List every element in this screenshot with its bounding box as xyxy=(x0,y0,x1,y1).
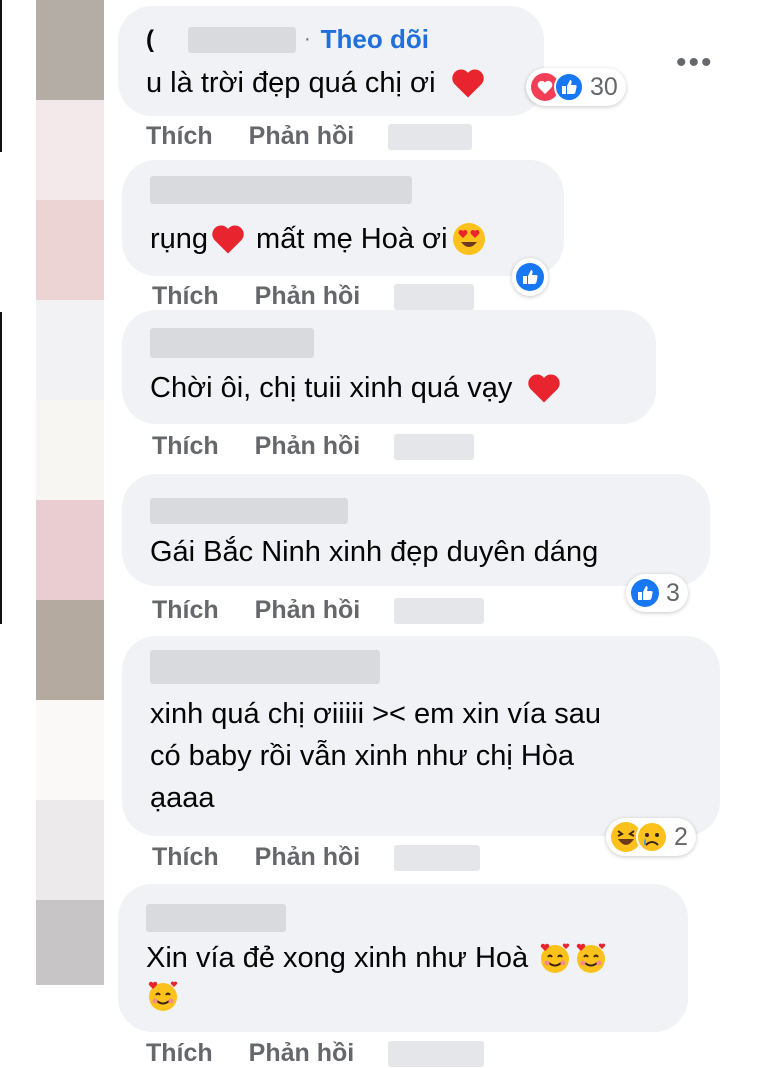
blurred-timestamp xyxy=(394,283,475,310)
blurred-name xyxy=(188,26,296,53)
comment-actions: Thích Phản hồi xyxy=(152,843,481,872)
reaction-summary[interactable] xyxy=(512,258,548,296)
reaction-count: 30 xyxy=(590,72,618,101)
reaction-summary[interactable]: 30 xyxy=(526,68,626,106)
comment-text-content: rụng xyxy=(150,223,209,255)
blurred-name xyxy=(150,176,412,204)
comment-actions: Thích Phản hồi xyxy=(152,432,475,461)
comment-text-content: Xin vía đẻ xong xinh như Hoà xyxy=(146,942,529,974)
comment-text: Gái Bắc Ninh xinh đẹp duyên dáng xyxy=(150,531,598,573)
comment-text-content: mất mẹ Hoà ơi xyxy=(256,223,448,255)
avatar-tile xyxy=(36,600,104,700)
heart-icon xyxy=(526,372,562,404)
crying-emoji xyxy=(636,821,668,853)
heart-icon xyxy=(210,223,246,255)
comment-author xyxy=(150,328,314,358)
comment-text-content: có baby rồi vẫn xinh như chị Hòa xyxy=(150,740,575,772)
edge-line xyxy=(0,0,2,152)
reply-button[interactable]: Phản hồi xyxy=(249,1039,355,1068)
comment-actions: Thích Phản hồi xyxy=(146,122,473,151)
comment-text-line: Xin vía đẻ xong xinh như Hoà xyxy=(146,937,608,979)
like-button[interactable]: Thích xyxy=(152,843,219,872)
like-button[interactable]: Thích xyxy=(152,596,219,625)
comment-author xyxy=(150,176,412,204)
comment-text-content: xinh quá chị ơiiiii >< em xin vía sau xyxy=(150,698,602,730)
separator-dot: · xyxy=(304,28,311,50)
avatar-tile xyxy=(36,300,104,400)
blurred-name xyxy=(150,650,380,684)
avatar-tile xyxy=(36,200,104,300)
reaction-count: 2 xyxy=(674,822,688,851)
comment-actions: Thích Phản hồi xyxy=(152,596,485,625)
comment-author: ( · Theo dõi xyxy=(146,24,429,55)
comment-text-line: có baby rồi vẫn xinh như chị Hòa xyxy=(150,735,574,777)
reply-button[interactable]: Phản hồi xyxy=(249,122,355,151)
comment-text-content: Gái Bắc Ninh xinh đẹp duyên dáng xyxy=(150,536,599,568)
comment-text-line: xinh quá chị ơiiiii >< em xin vía sau xyxy=(150,693,601,735)
comment-text-content: Chời ôi, chị tuii xinh quá vạy xyxy=(150,372,513,404)
smiling-hearts-emoji xyxy=(574,941,608,975)
comment-actions: Thích Phản hồi xyxy=(152,282,475,311)
avatar-tile xyxy=(36,900,104,985)
blurred-timestamp xyxy=(394,433,475,460)
avatar-tile xyxy=(36,0,104,100)
heart-eyes-emoji xyxy=(452,222,486,256)
avatar-tile xyxy=(36,100,104,200)
blurred-timestamp xyxy=(388,1040,485,1067)
reaction-summary[interactable]: 3 xyxy=(626,574,688,612)
reply-button[interactable]: Phản hồi xyxy=(255,596,361,625)
comment-author xyxy=(150,498,348,524)
comment-author xyxy=(150,650,380,684)
like-button[interactable]: Thích xyxy=(146,1039,213,1068)
like-button[interactable]: Thích xyxy=(152,432,219,461)
blurred-timestamp xyxy=(394,844,481,871)
like-icon xyxy=(554,72,584,102)
avatar-tile xyxy=(36,800,104,900)
blurred-timestamp xyxy=(394,597,485,624)
heart-icon xyxy=(450,67,486,99)
edge-line xyxy=(0,312,2,624)
avatar-tile xyxy=(36,700,104,800)
avatar-tile xyxy=(36,500,104,600)
smiling-hearts-emoji xyxy=(146,979,180,1013)
comment-text-line: ạaaa xyxy=(150,777,215,819)
author-name-initial: ( xyxy=(146,25,154,53)
comment-text: rụng mất mẹ Hoà ơi xyxy=(150,218,486,260)
avatar-tile xyxy=(36,400,104,500)
reaction-summary[interactable]: 2 xyxy=(606,818,696,856)
follow-button[interactable]: Theo dõi xyxy=(321,24,429,55)
comment-text: u là trời đẹp quá chị ơi xyxy=(146,62,486,104)
comment-actions: Thích Phản hồi xyxy=(146,1039,485,1068)
like-button[interactable]: Thích xyxy=(146,122,213,151)
reply-button[interactable]: Phản hồi xyxy=(255,432,361,461)
comment-author xyxy=(146,904,286,932)
comment-text-line xyxy=(146,979,180,1013)
reply-button[interactable]: Phản hồi xyxy=(255,282,361,311)
blurred-name xyxy=(150,328,314,358)
more-options-icon[interactable]: ••• xyxy=(676,46,714,80)
reply-button[interactable]: Phản hồi xyxy=(255,843,361,872)
comment-text-content: u là trời đẹp quá chị ơi xyxy=(146,67,436,99)
reaction-count: 3 xyxy=(666,578,680,607)
blurred-name xyxy=(150,498,348,524)
like-button[interactable]: Thích xyxy=(152,282,219,311)
smiling-hearts-emoji xyxy=(538,941,572,975)
blurred-timestamp xyxy=(388,123,473,150)
blurred-name xyxy=(146,904,286,932)
comment-text-content: ạaaa xyxy=(150,782,215,814)
comment-text: Chời ôi, chị tuii xinh quá vạy xyxy=(150,367,562,409)
like-icon xyxy=(630,578,660,608)
like-icon xyxy=(515,262,545,292)
